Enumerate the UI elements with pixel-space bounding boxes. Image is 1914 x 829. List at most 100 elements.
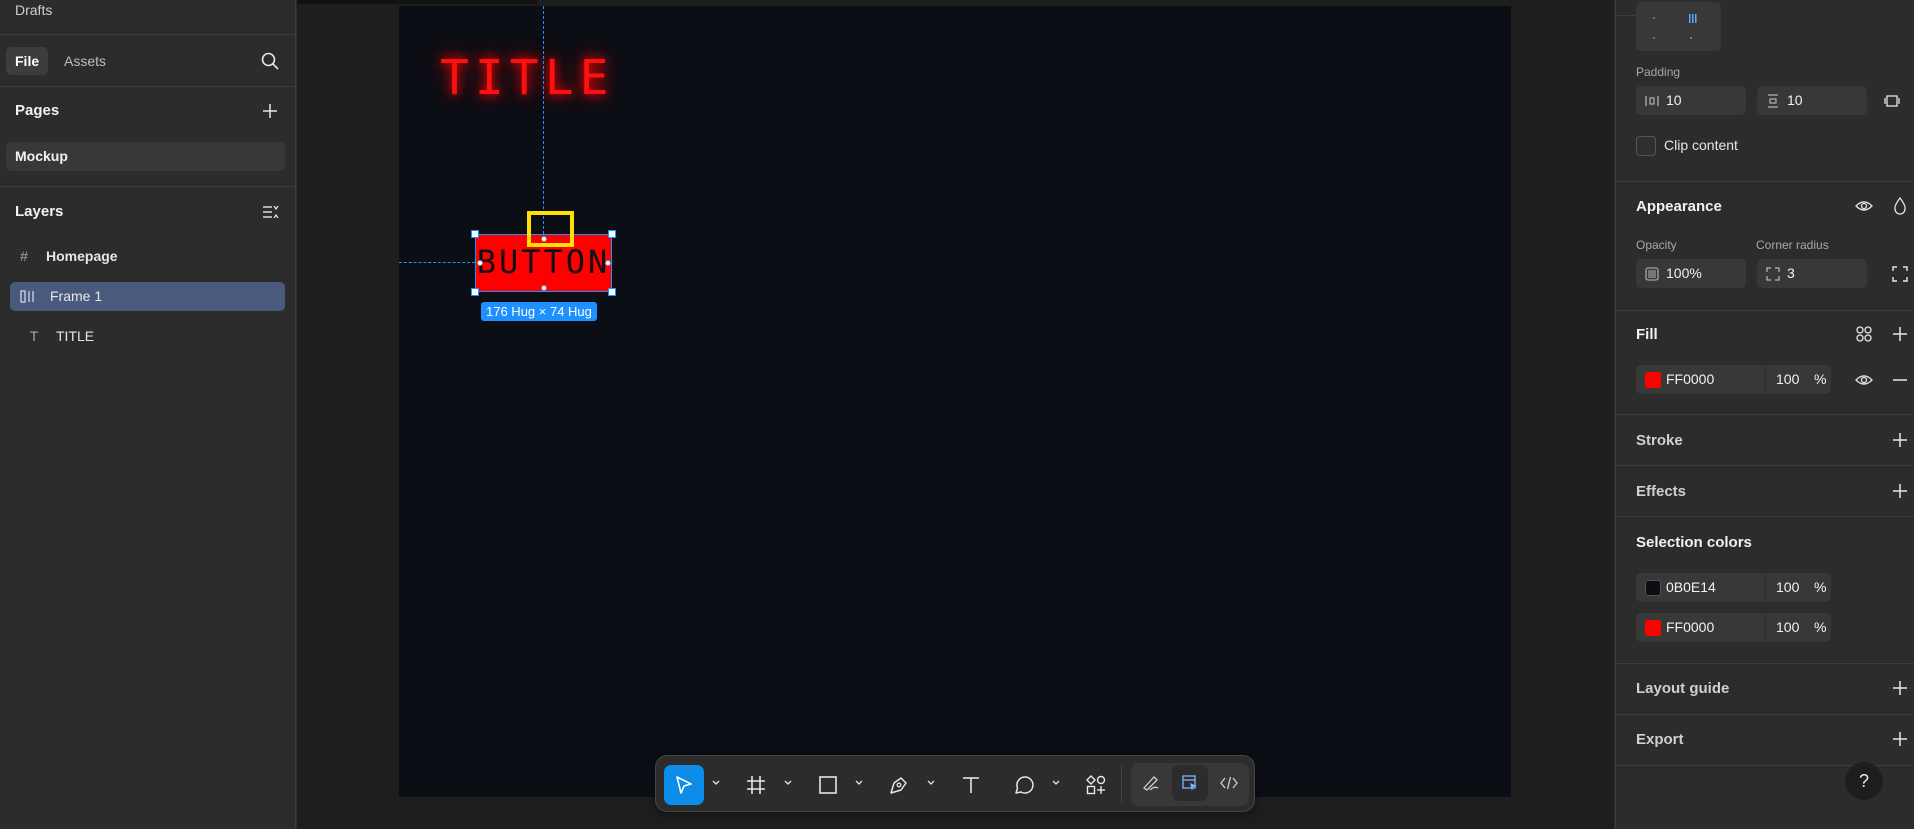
field-divider (1765, 365, 1766, 394)
frame-icon[interactable] (736, 765, 776, 805)
size-label: 176 Hug × 74 Hug (481, 302, 597, 321)
chevron-down-icon[interactable] (783, 778, 793, 788)
add-stroke-icon[interactable] (1890, 430, 1910, 450)
padding-horizontal-icon (1645, 94, 1659, 108)
add-layout-guide-icon[interactable] (1890, 678, 1910, 698)
layer-title[interactable]: T TITLE (16, 322, 291, 351)
canvas-button-text: BUTTON (476, 243, 611, 281)
appearance-title: Appearance (1636, 198, 1722, 215)
selection-color-row[interactable]: 0B0E14 100 % (1636, 573, 1831, 602)
field-divider (1765, 573, 1766, 602)
fill-swatch[interactable] (1645, 372, 1661, 388)
auto-layout-icon (18, 282, 38, 311)
page-item-mockup[interactable]: Mockup (6, 142, 285, 171)
export-title: Export (1636, 731, 1684, 748)
comment-icon[interactable] (1004, 765, 1044, 805)
divider (1616, 465, 1914, 466)
selection-swatch-dark[interactable] (1645, 580, 1661, 596)
text-icon: T (29, 328, 39, 344)
add-export-icon[interactable] (1890, 729, 1910, 749)
opacity-field[interactable]: 100% (1636, 259, 1746, 288)
selection-colors-title: Selection colors (1636, 534, 1752, 551)
corner-radius-icon (1766, 267, 1780, 281)
mode-switcher (1131, 763, 1249, 806)
resize-handle-br[interactable] (608, 288, 616, 296)
remove-fill-icon[interactable] (1890, 370, 1910, 390)
layer-homepage[interactable]: # Homepage (6, 242, 281, 271)
styles-grid-icon[interactable] (1854, 324, 1874, 344)
fill-title: Fill (1636, 326, 1658, 343)
divider (1616, 414, 1914, 415)
canvas-title-text[interactable]: TITLE (440, 50, 615, 106)
resize-handle-tl[interactable] (471, 230, 479, 238)
search-icon[interactable] (260, 51, 280, 71)
blend-drop-icon[interactable] (1890, 196, 1910, 216)
alignment-grid[interactable] (1636, 2, 1721, 51)
chevron-down-icon[interactable] (854, 778, 864, 788)
eye-icon[interactable] (1854, 196, 1874, 216)
stroke-title: Stroke (1636, 432, 1683, 449)
horizontal-guide (399, 262, 475, 263)
effects-title: Effects (1636, 483, 1687, 500)
divider (1616, 15, 1636, 16)
frame-hash-icon: # (20, 248, 28, 264)
layout-guide-title: Layout guide (1636, 680, 1730, 697)
text-tool-icon[interactable] (951, 765, 991, 805)
opacity-icon (1645, 267, 1659, 281)
padding-horizontal-field[interactable]: 10 (1636, 86, 1746, 115)
chevron-down-icon[interactable] (1051, 778, 1061, 788)
highlight-box (527, 211, 574, 247)
chevron-down-icon[interactable] (711, 778, 721, 788)
drafts-breadcrumb[interactable]: Drafts (15, 2, 52, 18)
fill-color-field[interactable]: FF0000 100 % (1636, 365, 1831, 394)
add-page-icon[interactable] (260, 101, 280, 121)
bottom-toolbar (655, 755, 1255, 812)
divider (1616, 663, 1914, 664)
padding-handle-bottom[interactable] (541, 285, 547, 291)
pen-icon[interactable] (879, 765, 919, 805)
add-fill-icon[interactable] (1890, 324, 1910, 344)
move-icon[interactable] (664, 765, 704, 805)
padding-vertical-field[interactable]: 10 (1757, 86, 1867, 115)
divider (0, 186, 296, 187)
selection-swatch-red[interactable] (1645, 620, 1661, 636)
divider (1616, 310, 1914, 311)
toolbar-divider (1121, 766, 1122, 803)
resize-handle-bl[interactable] (471, 288, 479, 296)
design-mode-icon[interactable] (1172, 765, 1208, 801)
layers-title: Layers (15, 203, 64, 220)
draw-mode-icon[interactable] (1133, 765, 1169, 801)
individual-padding-icon[interactable] (1882, 91, 1902, 111)
figma-app: Drafts File Assets Pages Mockup Layers #… (0, 0, 1914, 829)
actions-icon[interactable] (1076, 765, 1116, 805)
padding-label: Padding (1636, 65, 1681, 79)
pages-title: Pages (15, 102, 60, 119)
clip-content-label: Clip content (1664, 137, 1738, 153)
rectangle-icon[interactable] (808, 765, 848, 805)
selection-color-row[interactable]: FF0000 100 % (1636, 613, 1831, 642)
divider (0, 86, 296, 87)
add-effect-icon[interactable] (1890, 481, 1910, 501)
corner-radius-field[interactable]: 3 (1757, 259, 1867, 288)
padding-handle-right[interactable] (605, 260, 611, 266)
vertical-guide (543, 6, 544, 234)
layers-menu-icon[interactable] (260, 202, 280, 222)
divider (1616, 714, 1914, 715)
tab-assets[interactable]: Assets (55, 47, 115, 75)
divider (1616, 516, 1914, 517)
opacity-label: Opacity (1636, 238, 1677, 252)
divider (0, 34, 296, 35)
help-button[interactable]: ? (1845, 762, 1883, 800)
resize-handle-tr[interactable] (608, 230, 616, 238)
padding-handle-left[interactable] (477, 260, 483, 266)
fill-visibility-eye-icon[interactable] (1854, 370, 1874, 390)
layer-frame-1[interactable]: Frame 1 (10, 282, 285, 311)
expand-corners-icon[interactable] (1890, 264, 1910, 284)
dev-mode-icon[interactable] (1211, 765, 1247, 801)
field-divider (1765, 613, 1766, 642)
homepage-frame[interactable] (399, 6, 1511, 797)
chevron-down-icon[interactable] (926, 778, 936, 788)
clip-content-checkbox[interactable] (1636, 136, 1656, 156)
tab-file[interactable]: File (6, 47, 49, 75)
right-panel: Padding 10 10 Clip content Appearance Op… (1615, 0, 1914, 829)
